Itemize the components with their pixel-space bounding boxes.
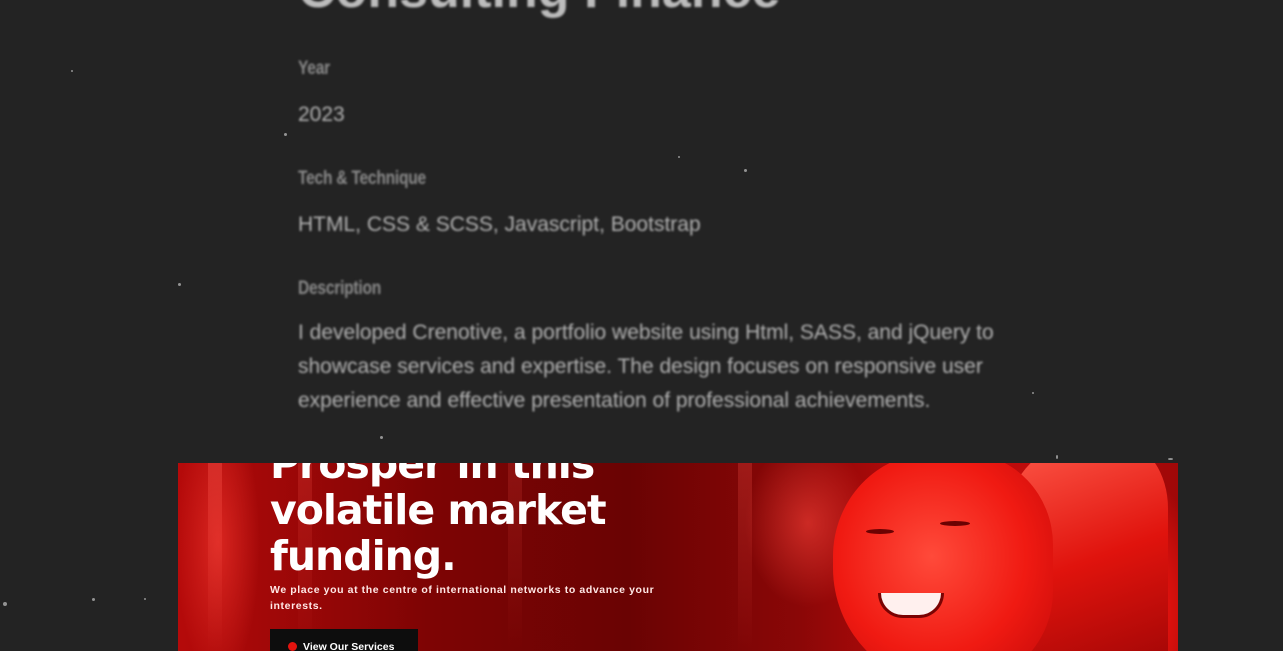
tech-value: HTML, CSS & SCSS, Javascript, Bootstrap: [298, 213, 701, 236]
dust-speck: [71, 70, 73, 72]
dust-speck: [284, 133, 287, 136]
gear-icon: [288, 642, 297, 651]
dust-speck: [380, 436, 383, 439]
year-label: Year: [298, 58, 330, 79]
hero-title: Prosper in this volatile market funding.: [270, 463, 607, 580]
dust-speck: [3, 602, 7, 606]
dust-speck: [1032, 392, 1034, 394]
dust-speck: [178, 283, 181, 286]
hero-photo-eye: [940, 521, 970, 526]
hero-subtitle: We place you at the centre of internatio…: [270, 584, 655, 612]
view-services-button[interactable]: View Our Services: [270, 629, 418, 651]
hero-title-line-2: volatile market: [270, 486, 607, 534]
description-label: Description: [298, 278, 381, 299]
hero-banner: Prosper in this volatile market funding.…: [178, 463, 1178, 651]
dust-speck: [678, 156, 680, 158]
dust-speck: [92, 598, 95, 601]
dust-speck: [1168, 458, 1173, 460]
description-text: I developed Crenotive, a portfolio websi…: [298, 321, 994, 412]
view-services-label: View Our Services: [303, 641, 395, 651]
year-value: 2023: [298, 103, 345, 126]
tech-label: Tech & Technique: [298, 168, 426, 189]
hero-photo-face: [833, 463, 1053, 651]
light-streak: [738, 463, 752, 651]
hero-title-line-3: funding.: [270, 532, 457, 580]
project-title: Consulting Finance: [298, 0, 780, 16]
light-streak: [208, 463, 222, 651]
dust-speck: [144, 598, 146, 600]
hero-title-line-1: Prosper in this: [270, 463, 595, 488]
hero-photo-eye: [866, 529, 894, 534]
dust-speck: [1056, 455, 1058, 459]
dust-speck: [744, 169, 747, 172]
